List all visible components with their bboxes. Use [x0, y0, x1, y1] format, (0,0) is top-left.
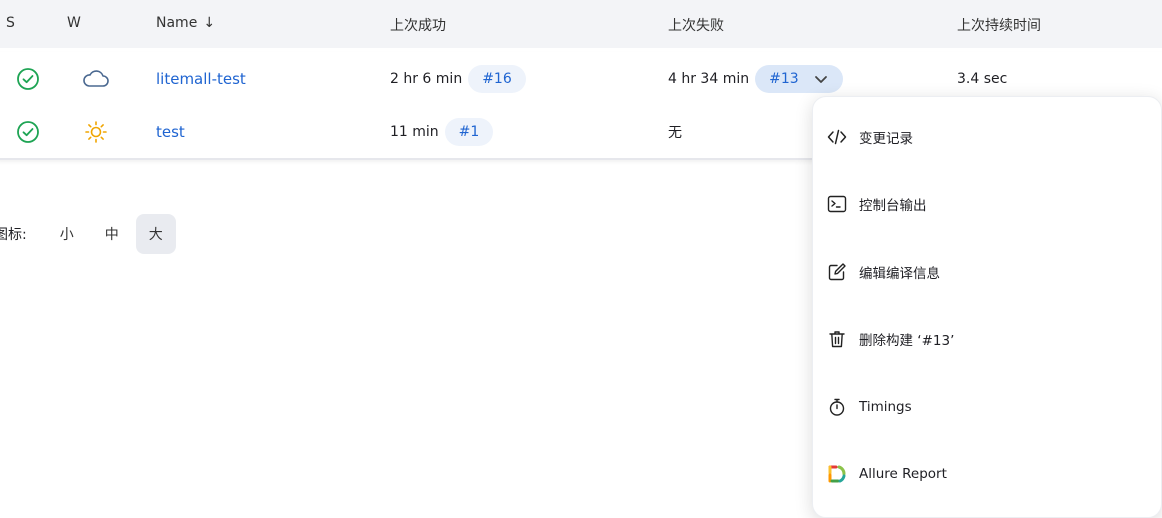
icon-size-selector: 图标: 小 中 大 [0, 214, 176, 254]
icon-size-large[interactable]: 大 [135, 214, 176, 254]
job-link-litemall-test[interactable]: litemall-test [156, 70, 246, 88]
header-name-label: Name [156, 15, 198, 31]
last-failure-time: 4 hr 34 min [668, 70, 750, 87]
menu-item-delete-build[interactable]: 删除构建 ‘#13’ [827, 319, 1147, 359]
sun-icon [84, 105, 108, 158]
header-name[interactable]: Name ↓ [156, 15, 215, 31]
last-success-time: 11 min [390, 123, 439, 140]
success-check-icon [16, 52, 40, 105]
build-badge-13-label: #13 [769, 70, 799, 87]
menu-item-changes[interactable]: 变更记录 [827, 117, 1147, 157]
chevron-down-icon[interactable] [813, 71, 829, 87]
build-badge-16[interactable]: #16 [468, 64, 526, 93]
stopwatch-icon [827, 397, 847, 417]
cloud-icon [82, 52, 110, 105]
last-duration: 3.4 sec [957, 70, 1008, 87]
build-badge-13[interactable]: #13 [755, 64, 844, 93]
header-last-failure[interactable]: 上次失败 [668, 15, 724, 35]
job-link-test[interactable]: test [156, 123, 185, 141]
menu-item-edit-build-info[interactable]: 编辑编译信息 [827, 252, 1147, 292]
terminal-icon [827, 194, 847, 214]
success-check-icon [16, 105, 40, 158]
build-badge-1[interactable]: #1 [444, 117, 494, 146]
menu-item-console-output[interactable]: 控制台输出 [827, 184, 1147, 224]
menu-item-timings[interactable]: Timings [827, 387, 1147, 427]
allure-icon [827, 464, 847, 484]
edit-icon [827, 262, 847, 282]
icon-size-label: 图标: [0, 227, 27, 243]
table-header: S W Name ↓ 上次成功 上次失败 上次持续时间 [0, 0, 1162, 48]
build-context-menu: 变更记录 控制台输出 编辑编译信息 删除构建 ‘#13’ Timings All… [812, 96, 1162, 518]
header-last-duration[interactable]: 上次持续时间 [957, 15, 1041, 35]
sort-down-icon: ↓ [203, 15, 216, 31]
menu-item-label: 删除构建 ‘#13’ [859, 333, 955, 349]
menu-item-label: Allure Report [859, 466, 947, 482]
menu-item-label: 变更记录 [859, 131, 913, 147]
icon-size-small[interactable]: 小 [47, 214, 87, 254]
trash-icon [827, 329, 847, 349]
header-weather[interactable]: W [67, 15, 81, 31]
menu-item-allure-report[interactable]: Allure Report [827, 454, 1147, 494]
header-last-success[interactable]: 上次成功 [390, 15, 446, 35]
menu-item-label: 编辑编译信息 [859, 266, 940, 282]
menu-item-label: Timings [859, 399, 912, 415]
header-status[interactable]: S [6, 15, 15, 31]
code-icon [827, 127, 847, 147]
menu-item-label: 控制台输出 [859, 198, 927, 214]
last-success-time: 2 hr 6 min [390, 70, 463, 87]
last-failure-none: 无 [668, 124, 682, 141]
icon-size-medium[interactable]: 中 [92, 214, 132, 254]
